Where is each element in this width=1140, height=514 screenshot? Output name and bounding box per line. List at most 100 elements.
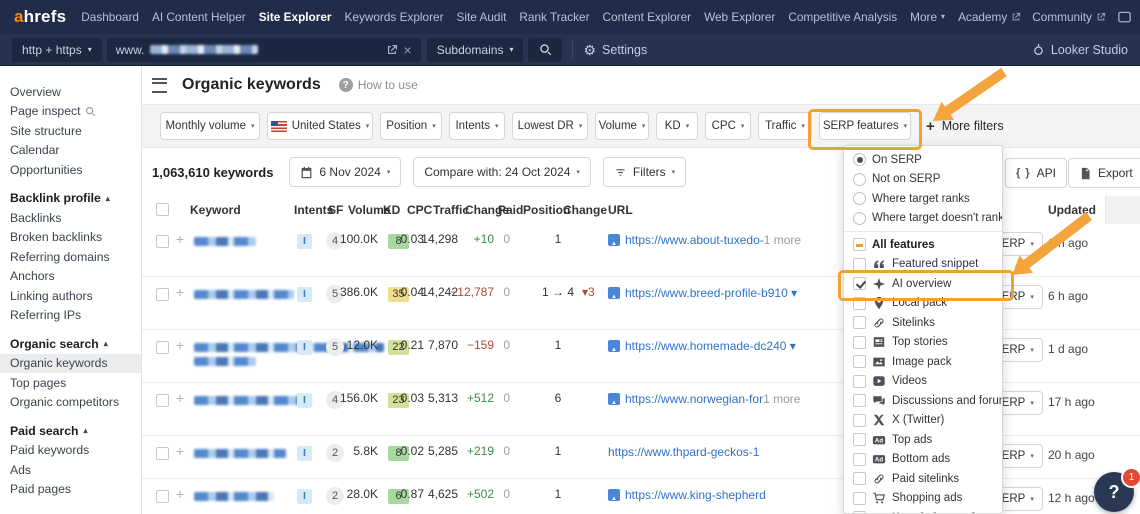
url-link[interactable]: https://www. xyxy=(625,339,690,353)
filter-traffic[interactable]: Traffic▾ xyxy=(758,112,812,140)
sidebar-item-opportunities[interactable]: Opportunities xyxy=(0,160,141,180)
sidebar-item-paid-pages[interactable]: Paid pages xyxy=(0,480,141,500)
topnav-item-more[interactable]: More▾ xyxy=(910,10,945,24)
topnav-item-rank-tracker[interactable]: Rank Tracker xyxy=(519,10,589,24)
hamburger-menu-icon[interactable] xyxy=(152,78,167,93)
column-header-6-traffic[interactable]: Traffic xyxy=(433,203,469,217)
keyword-link[interactable] xyxy=(194,396,312,410)
sidebar-item-referring-domains[interactable]: Referring domains xyxy=(0,247,141,267)
dropdown-option-paid-sitelinks[interactable]: Paid sitelinks xyxy=(844,469,1002,489)
add-keyword-button[interactable]: + xyxy=(176,390,184,406)
row-checkbox[interactable] xyxy=(156,490,169,503)
select-all-checkbox[interactable] xyxy=(156,203,169,216)
topnav-item-site-explorer[interactable]: Site Explorer xyxy=(259,10,332,24)
filter-cpc[interactable]: CPC▾ xyxy=(705,112,751,140)
column-header-10-change[interactable]: Change xyxy=(563,203,607,217)
mode-selector[interactable]: Subdomains ▾ xyxy=(427,38,524,62)
row-checkbox[interactable] xyxy=(156,394,169,407)
url-link[interactable]: https://www.th xyxy=(608,445,683,459)
topnav-item-site-audit[interactable]: Site Audit xyxy=(457,10,507,24)
add-keyword-button[interactable]: + xyxy=(176,231,184,247)
sidebar-item-backlinks[interactable]: Backlinks xyxy=(0,208,141,228)
sidebar-item-anchors[interactable]: Anchors xyxy=(0,267,141,287)
sidebar-item-broken-backlinks[interactable]: Broken backlinks xyxy=(0,228,141,248)
looker-studio-button[interactable]: Looker Studio xyxy=(1032,43,1128,57)
protocol-selector[interactable]: http + https ▾ xyxy=(12,38,102,62)
dropdown-option-discussions-and-forums[interactable]: Discussions and forums xyxy=(844,391,1002,411)
add-keyword-button[interactable]: + xyxy=(176,486,184,502)
topnav-item-web-explorer[interactable]: Web Explorer xyxy=(704,10,775,24)
url-link[interactable]: about-tuxedo- xyxy=(690,233,764,247)
more-filters-button[interactable]: + More filters xyxy=(926,119,1004,134)
row-checkbox[interactable] xyxy=(156,235,169,248)
export-button[interactable]: Export xyxy=(1068,158,1140,188)
compare-date-button[interactable]: Compare with: 24 Oct 2024 ▾ xyxy=(413,157,591,187)
dropdown-option-top-ads[interactable]: Top ads xyxy=(844,430,1002,450)
keyword-link[interactable] xyxy=(194,492,274,506)
add-keyword-button[interactable]: + xyxy=(176,337,184,353)
sidebar-item-overview[interactable]: Overview xyxy=(0,82,141,102)
url-more[interactable]: 240 ▾ xyxy=(766,339,795,353)
dropdown-option-top-stories[interactable]: Top stories xyxy=(844,333,1002,353)
filter-united-states[interactable]: United States▾ xyxy=(267,112,373,140)
keyword-link[interactable] xyxy=(194,449,286,463)
url-link[interactable]: homemade-dc xyxy=(690,339,767,353)
column-header-0-keyword[interactable]: Keyword xyxy=(190,203,241,217)
dropdown-option-where-target-ranks[interactable]: Where target ranks xyxy=(844,189,1002,209)
sidebar-item-organic-keywords[interactable]: Organic keywords xyxy=(0,354,141,374)
dropdown-option-featured-snippet[interactable]: Featured snippet xyxy=(844,255,1002,275)
add-keyword-button[interactable]: + xyxy=(176,443,184,459)
sidebar-item-ads[interactable]: Ads xyxy=(0,460,141,480)
filter-lowest-dr[interactable]: Lowest DR▾ xyxy=(512,112,588,140)
filter-kd[interactable]: KD▾ xyxy=(656,112,698,140)
keyword-link[interactable] xyxy=(194,237,256,251)
sidebar-section-backlink-profile[interactable]: Backlink profile▴ xyxy=(0,189,141,209)
url-link[interactable]: breed-profile-b xyxy=(690,286,768,300)
row-checkbox[interactable] xyxy=(156,288,169,301)
dropdown-option-bottom-ads[interactable]: Bottom ads xyxy=(844,450,1002,470)
dropdown-option-sitelinks[interactable]: Sitelinks xyxy=(844,313,1002,333)
column-header-4-kd[interactable]: KD xyxy=(383,203,400,217)
date-picker-button[interactable]: 6 Nov 2024 ▾ xyxy=(289,157,401,187)
row-checkbox[interactable] xyxy=(156,447,169,460)
dropdown-option-where-target-doesn-t-rank[interactable]: Where target doesn't rank xyxy=(844,209,1002,229)
dropdown-option-all-features[interactable]: All features xyxy=(844,235,1002,255)
settings-button[interactable]: ⚙ Settings xyxy=(583,43,647,57)
url-link[interactable]: https://www. xyxy=(625,233,690,247)
filter-serp-features[interactable]: SERP features▾ xyxy=(819,112,911,140)
filter-intents[interactable]: Intents▾ xyxy=(449,112,505,140)
column-header-8-paid[interactable]: Paid xyxy=(498,203,523,217)
url-link[interactable]: https://www. xyxy=(625,392,690,406)
url-link[interactable]: https://www. xyxy=(625,286,690,300)
filter-volume[interactable]: Volume▾ xyxy=(595,112,649,140)
column-header-12-updated[interactable]: Updated xyxy=(1048,203,1096,217)
external-link-icon[interactable] xyxy=(386,44,398,56)
sidebar-item-page-inspect[interactable]: Page inspect xyxy=(0,102,141,122)
topnav-link-academy[interactable]: Academy xyxy=(958,10,1021,24)
url-link[interactable]: pard-geckos-1 xyxy=(683,445,760,459)
filters-button[interactable]: Filters ▾ xyxy=(603,157,686,187)
how-to-use-link[interactable]: ? How to use xyxy=(339,78,418,92)
url-link[interactable]: norwegian-for xyxy=(690,392,763,406)
dropdown-option-local-pack[interactable]: Local pack xyxy=(844,294,1002,314)
dropdown-option-ai-overview[interactable]: AI overview xyxy=(844,274,1002,294)
dropdown-option-knowledge-card[interactable]: Knowledge card xyxy=(844,508,1002,514)
topnav-item-dashboard[interactable]: Dashboard xyxy=(81,10,139,24)
topnav-item-competitive-analysis[interactable]: Competitive Analysis xyxy=(788,10,897,24)
dropdown-option-not-on-serp[interactable]: Not on SERP xyxy=(844,170,1002,190)
clear-input-icon[interactable]: × xyxy=(404,43,412,57)
sidebar-item-site-structure[interactable]: Site structure xyxy=(0,121,141,141)
dropdown-option-shopping-ads[interactable]: Shopping ads xyxy=(844,489,1002,509)
target-url-input[interactable]: www. × xyxy=(107,38,421,62)
chat-square-icon[interactable] xyxy=(1117,10,1132,25)
url-more[interactable]: 910 ▾ xyxy=(768,286,797,300)
dropdown-option-image-pack[interactable]: Image pack xyxy=(844,352,1002,372)
sidebar-item-top-pages[interactable]: Top pages xyxy=(0,373,141,393)
url-link[interactable]: king-shepherd xyxy=(690,488,766,502)
url-link[interactable]: https://www. xyxy=(625,488,690,502)
dropdown-option-on-serp[interactable]: On SERP xyxy=(844,150,1002,170)
sidebar-section-organic-search[interactable]: Organic search▴ xyxy=(0,334,141,354)
dropdown-option-x-twitter[interactable]: X (Twitter) xyxy=(844,411,1002,431)
keyword-link[interactable] xyxy=(194,290,294,304)
filter-position[interactable]: Position▾ xyxy=(380,112,442,140)
